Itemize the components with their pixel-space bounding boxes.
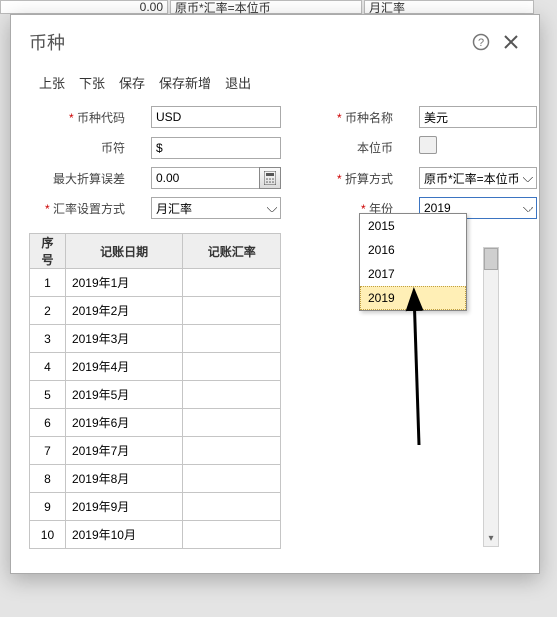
select-convmode[interactable] [419,167,537,189]
input-code[interactable] [151,106,281,128]
table-row[interactable]: 22019年2月 [30,297,281,325]
table-row[interactable]: 42019年4月 [30,353,281,381]
table-row[interactable]: 62019年6月 [30,409,281,437]
menu-next[interactable]: 下张 [79,73,105,92]
select-ratemode[interactable] [151,197,281,219]
menu-exit[interactable]: 退出 [225,73,251,92]
cell-seq: 7 [30,437,66,465]
scrollbar[interactable]: ▾ [483,247,499,547]
label-code: 币种代码 [33,109,125,126]
cell-rate[interactable] [183,381,281,409]
cell-rate[interactable] [183,297,281,325]
table-row[interactable]: 82019年8月 [30,465,281,493]
cell-rate[interactable] [183,325,281,353]
th-seq: 序号 [30,234,66,269]
cell-date: 2019年9月 [65,493,183,521]
dialog-title: 币种 [29,29,461,55]
cell-date: 2019年2月 [65,297,183,325]
bg-cell-right: 月汇率 [364,0,534,14]
table-row[interactable]: 52019年5月 [30,381,281,409]
cell-seq: 10 [30,521,66,549]
label-base: 本位币 [307,139,393,156]
cell-date: 2019年4月 [65,353,183,381]
label-convmode: 折算方式 [307,170,393,187]
year-dropdown[interactable]: 2015201620172019 [359,213,467,311]
cell-date: 2019年3月 [65,325,183,353]
label-maxdiff: 最大折算误差 [33,170,125,187]
cell-date: 2019年5月 [65,381,183,409]
input-maxdiff[interactable] [151,167,259,189]
cell-seq: 1 [30,269,66,297]
cell-seq: 5 [30,381,66,409]
scrollbar-down-icon[interactable]: ▾ [484,530,498,546]
form-grid: 币种代码 币种名称 币符 本位币 最大折算误差 折算方式 汇率设置方式 年份 [33,106,521,219]
scrollbar-thumb[interactable] [484,248,498,270]
currency-dialog: 币种 ? 上张 下张 保存 保存新增 退出 币种代码 币种名称 币符 本位币 最… [10,14,540,574]
svg-text:?: ? [478,37,484,49]
th-date: 记账日期 [65,234,183,269]
table-row[interactable]: 72019年7月 [30,437,281,465]
cell-rate[interactable] [183,493,281,521]
cell-seq: 3 [30,325,66,353]
cell-seq: 9 [30,493,66,521]
dialog-menu: 上张 下张 保存 保存新增 退出 [39,73,517,92]
help-icon[interactable]: ? [471,32,491,52]
input-symbol[interactable] [151,137,281,159]
checkbox-base[interactable] [419,136,537,159]
year-option[interactable]: 2019 [360,286,466,310]
cell-rate[interactable] [183,521,281,549]
cell-date: 2019年10月 [65,521,183,549]
cell-seq: 6 [30,409,66,437]
th-rate: 记账汇率 [183,234,281,269]
year-option[interactable]: 2016 [360,238,466,262]
cell-seq: 8 [30,465,66,493]
bg-cell-mid: 原币*汇率=本位币 [170,0,362,14]
input-name[interactable] [419,106,537,128]
menu-save-new[interactable]: 保存新增 [159,73,211,92]
label-ratemode: 汇率设置方式 [33,200,125,217]
dialog-header: 币种 ? [29,29,521,55]
cell-rate[interactable] [183,353,281,381]
label-symbol: 币符 [33,139,125,156]
bg-cell-left-text: 0.00 [140,0,163,14]
menu-prev[interactable]: 上张 [39,73,65,92]
cell-date: 2019年8月 [65,465,183,493]
cell-rate[interactable] [183,465,281,493]
cell-date: 2019年7月 [65,437,183,465]
menu-save[interactable]: 保存 [119,73,145,92]
cell-date: 2019年6月 [65,409,183,437]
cell-seq: 2 [30,297,66,325]
rate-table: 序号 记账日期 记账汇率 12019年1月22019年2月32019年3月420… [29,233,281,549]
cell-seq: 4 [30,353,66,381]
table-row[interactable]: 32019年3月 [30,325,281,353]
close-icon[interactable] [501,32,521,52]
bg-cell-left: 0.00 [0,0,168,14]
label-name: 币种名称 [307,109,393,126]
cell-rate[interactable] [183,437,281,465]
cell-rate[interactable] [183,269,281,297]
table-row[interactable]: 12019年1月 [30,269,281,297]
table-row[interactable]: 92019年9月 [30,493,281,521]
cell-date: 2019年1月 [65,269,183,297]
year-option[interactable]: 2015 [360,214,466,238]
cell-rate[interactable] [183,409,281,437]
year-option[interactable]: 2017 [360,262,466,286]
calculator-icon[interactable] [259,167,281,189]
table-row[interactable]: 102019年10月 [30,521,281,549]
